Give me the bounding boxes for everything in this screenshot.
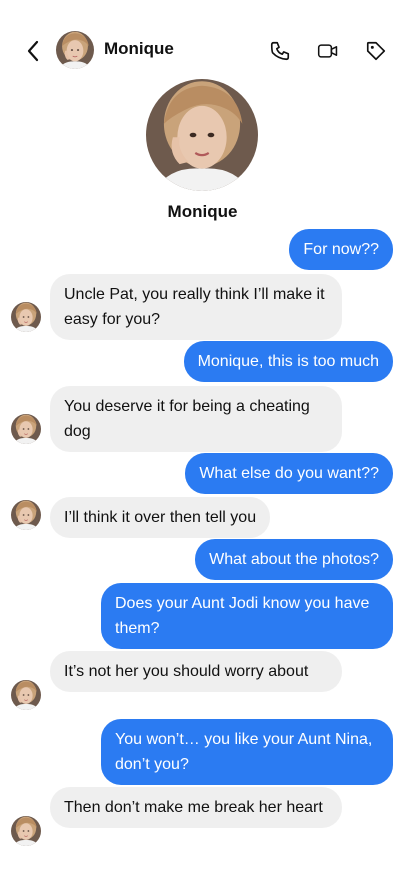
profile-name: Monique (167, 202, 238, 221)
phone-icon (270, 41, 290, 61)
call-button[interactable] (269, 40, 291, 62)
tag-icon (366, 41, 386, 61)
incoming-message[interactable]: Then don’t make me break her heart (50, 787, 342, 828)
incoming-message[interactable]: Uncle Pat, you really think I’ll make it… (50, 274, 342, 340)
sender-avatar[interactable] (11, 816, 41, 846)
chevron-left-icon (27, 40, 39, 62)
incoming-message[interactable]: It’s not her you should worry about (50, 651, 342, 692)
tag-button[interactable] (365, 40, 387, 62)
incoming-message[interactable]: I’ll think it over then tell you (50, 497, 271, 538)
video-call-button[interactable] (317, 40, 339, 62)
outgoing-message[interactable]: For now?? (289, 229, 393, 270)
sender-avatar[interactable] (11, 414, 41, 444)
avatar[interactable] (56, 31, 94, 69)
sender-avatar[interactable] (11, 500, 41, 530)
back-button[interactable] (22, 40, 44, 62)
sender-avatar[interactable] (11, 680, 41, 710)
outgoing-message[interactable]: What about the photos? (195, 539, 393, 580)
incoming-message[interactable]: You deserve it for being a cheating dog (50, 386, 342, 452)
outgoing-message[interactable]: Monique, this is too much (183, 341, 393, 382)
header-actions (269, 40, 387, 62)
outgoing-message[interactable]: What else do you want?? (185, 453, 393, 494)
contact-name[interactable]: Monique (104, 39, 174, 59)
sender-avatar[interactable] (11, 302, 41, 332)
chat-header: Monique (0, 28, 405, 72)
outgoing-message[interactable]: You won’t… you like your Aunt Nina, don’… (101, 719, 393, 785)
profile-avatar[interactable] (146, 79, 258, 191)
outgoing-message[interactable]: Does your Aunt Jodi know you have them? (101, 583, 393, 649)
video-icon (317, 44, 338, 58)
